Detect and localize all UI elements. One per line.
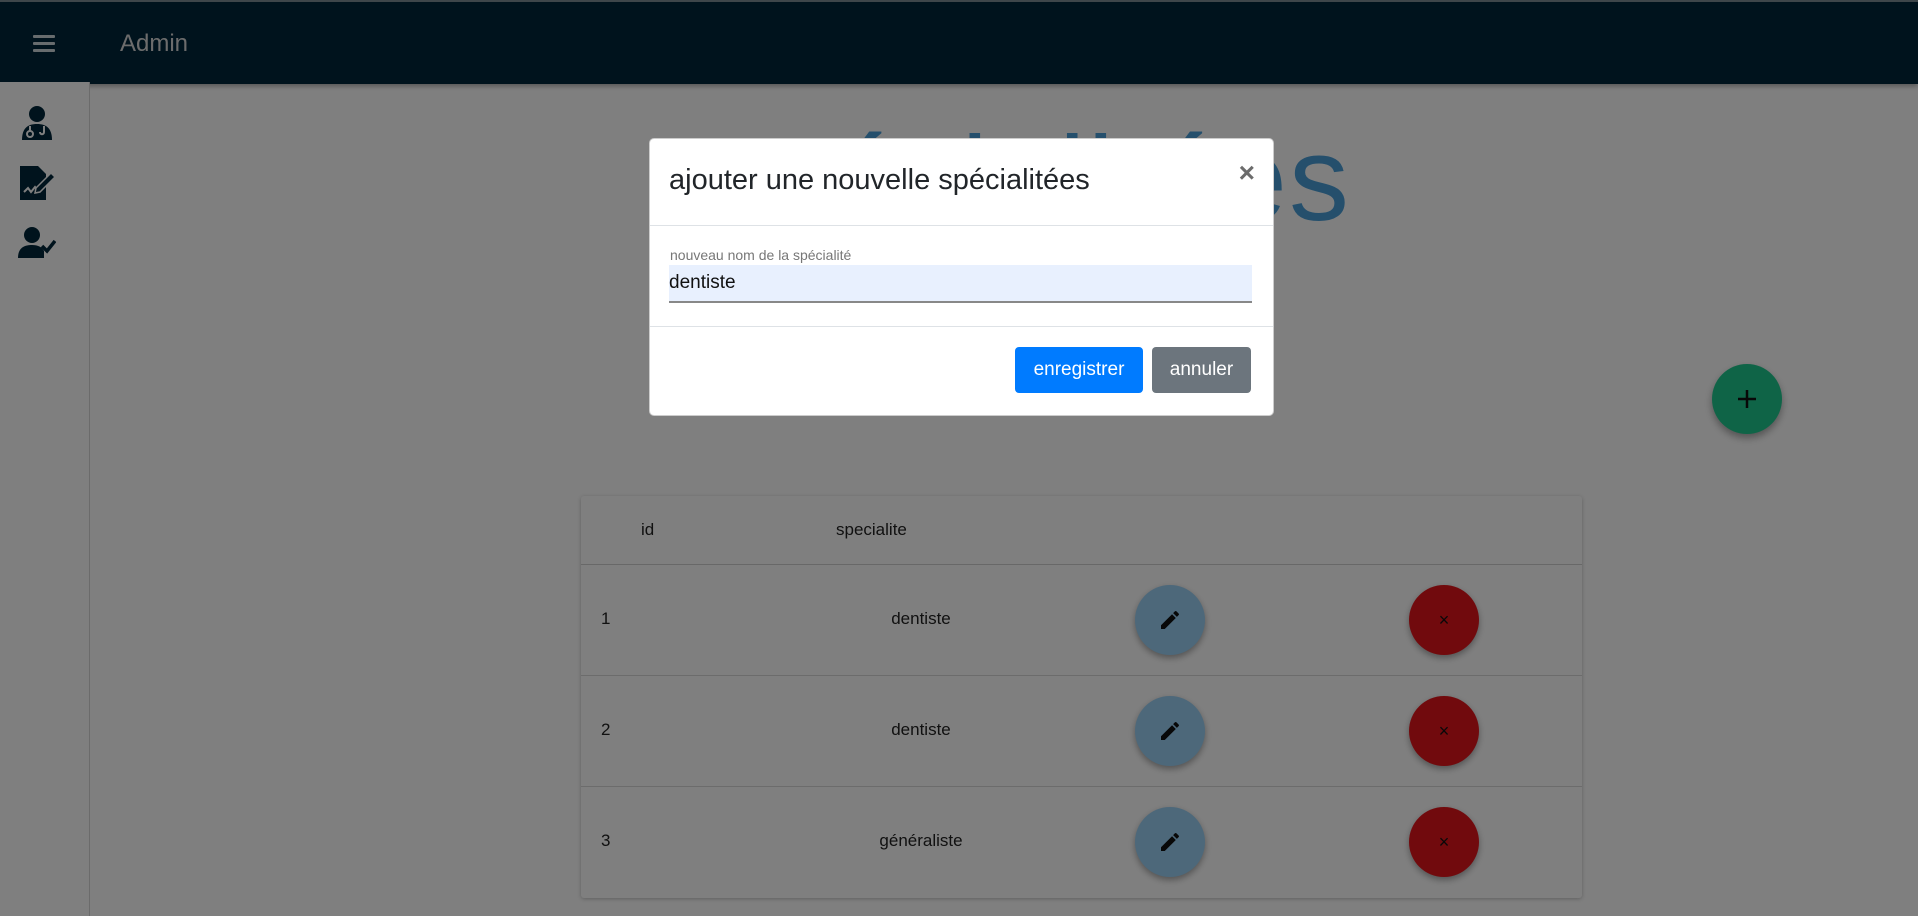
specialty-name-input[interactable] [669,265,1252,303]
specialty-name-label: nouveau nom de la spécialité [670,247,852,263]
cancel-button[interactable]: annuler [1152,347,1251,393]
modal-footer: enregistrer annuler [650,326,1273,416]
add-specialty-dialog: ajouter une nouvelle spécialitées × nouv… [649,138,1274,416]
modal-header: ajouter une nouvelle spécialitées × [650,139,1273,226]
save-button[interactable]: enregistrer [1015,347,1143,393]
close-button[interactable]: × [1239,157,1255,189]
modal-title: ajouter une nouvelle spécialitées [669,164,1090,196]
